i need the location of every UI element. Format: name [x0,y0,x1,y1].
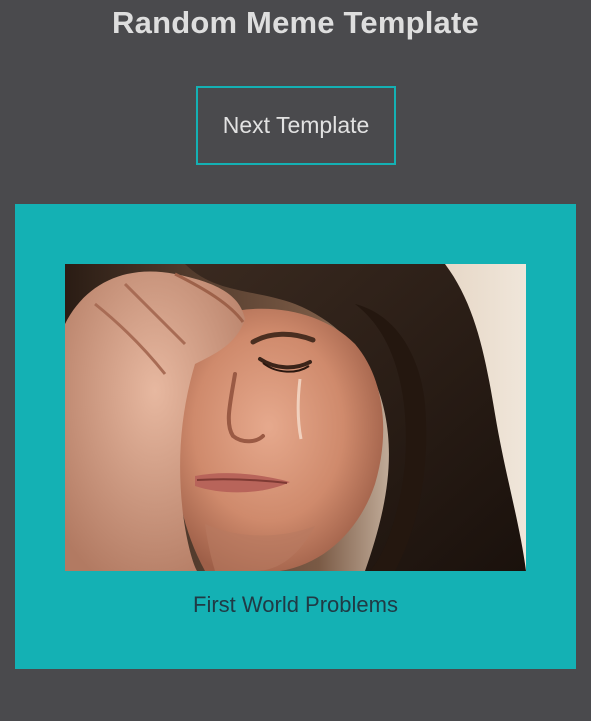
page-title: Random Meme Template [112,5,479,40]
meme-template-name: First World Problems [193,592,398,617]
next-template-button[interactable]: Next Template [196,86,396,165]
meme-template-image [65,264,526,571]
meme-card: First World Problems [15,204,576,669]
